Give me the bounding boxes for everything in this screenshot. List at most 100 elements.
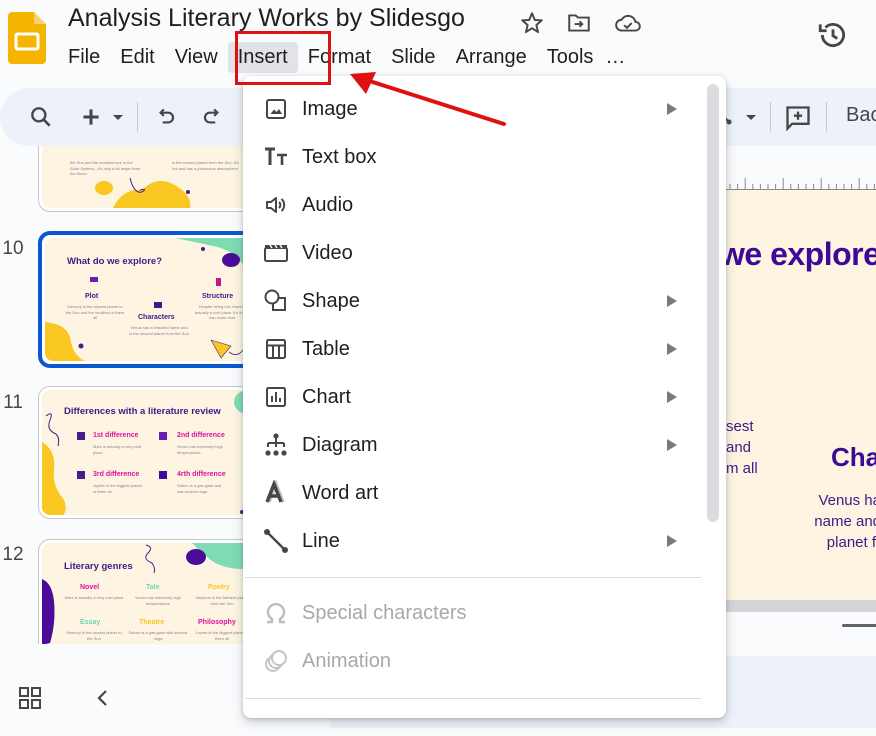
thumb-heading: Novel: [80, 584, 100, 591]
menu-item-video[interactable]: Video: [243, 229, 703, 277]
menu-item-label: Audio: [302, 193, 354, 216]
slide-thumbnail-12[interactable]: Literary genres Novel Mars is actually a…: [38, 539, 244, 656]
menu-item-chart[interactable]: Chart: [243, 373, 703, 421]
thumb-text: Despite being red, Mars is actually a co…: [195, 304, 244, 320]
slide-canvas[interactable]: we explore sest and m all Char Venus ha …: [726, 190, 876, 600]
video-icon: [263, 240, 289, 266]
cloud-saved-icon[interactable]: [614, 10, 641, 36]
thumb-text: Mercury is the closest planet to the Sun: [66, 630, 122, 641]
thumb-heading: Poetry: [208, 584, 230, 591]
menu-item-text-box[interactable]: Text box: [243, 133, 703, 181]
chart-icon: [263, 384, 289, 410]
menu-file[interactable]: File: [58, 42, 110, 73]
submenu-arrow-icon: [667, 439, 677, 451]
add-dropdown-icon[interactable]: [110, 104, 126, 130]
thumb-text: Mars is actually a very cold place: [64, 595, 124, 600]
move-to-folder-icon[interactable]: [566, 10, 592, 36]
version-history-icon[interactable]: [816, 18, 850, 52]
thumb-heading: 2nd difference: [177, 432, 225, 439]
menu-item-word-art[interactable]: Word art: [243, 469, 703, 517]
text-line: name and: [814, 513, 876, 530]
add-icon[interactable]: [78, 104, 104, 130]
annotation-arrow-icon: [350, 72, 506, 126]
table-icon: [263, 336, 289, 362]
thumb-text: Venus has a beautiful name and is the se…: [129, 325, 189, 336]
thumb-title: Literary genres: [64, 561, 133, 572]
menu-tools[interactable]: Tools: [537, 42, 604, 73]
menu-item-diagram[interactable]: Diagram: [243, 421, 703, 469]
redo-icon[interactable]: [199, 104, 225, 130]
menu-item-table[interactable]: Table: [243, 325, 703, 373]
document-title[interactable]: Analysis Literary Works by Slidesgo: [68, 4, 465, 33]
slide-number: 12: [2, 544, 24, 565]
slide-body-text-left[interactable]: sest and m all: [726, 416, 758, 479]
filmstrip: the Sun and the smallest one in the Sola…: [0, 146, 244, 656]
text-line: planet fr: [826, 534, 876, 551]
filmstrip-fade: [38, 644, 244, 656]
thumb-text: Venus has extremely high temperatures: [135, 595, 181, 606]
speaker-notes-area: [726, 612, 876, 656]
thumb-heading: Characters: [138, 314, 175, 321]
submenu-arrow-icon: [667, 343, 677, 355]
image-icon: [263, 96, 289, 122]
star-icon[interactable]: [519, 10, 545, 36]
menu-item-label: Table: [302, 337, 350, 360]
filmstrip-footer: [0, 660, 244, 736]
menu-item-label: Animation: [302, 649, 391, 672]
menu-view[interactable]: View: [165, 42, 228, 73]
menu-scrollbar[interactable]: [707, 84, 719, 522]
thumb-heading: Plot: [85, 293, 99, 300]
slide-thumbnail-11[interactable]: Differences with a literature review 1st…: [38, 386, 244, 519]
insert-menu: Image Text box Audio Video Shape Table C…: [243, 76, 726, 718]
menu-item-label: Chart: [302, 385, 351, 408]
add-comment-icon[interactable]: [784, 104, 810, 132]
search-icon[interactable]: [28, 104, 54, 130]
google-slides-logo[interactable]: [8, 12, 46, 64]
menu-more[interactable]: …: [603, 42, 635, 73]
thumb-heading: Theatre: [139, 619, 165, 626]
menu-item-special-characters[interactable]: Special characters: [243, 589, 703, 637]
menu-item-label: Video: [302, 241, 353, 264]
text-line: m all: [726, 460, 758, 477]
thumb-heading: Philosophy: [198, 619, 236, 626]
slide-number: 11: [3, 392, 23, 413]
thumb-title: Differences with a literature review: [64, 406, 221, 417]
horizontal-scrollbar[interactable]: [726, 600, 876, 612]
thumb-text: Mercury is the closest planet to the Sun…: [65, 304, 125, 320]
notes-resize-handle[interactable]: [842, 624, 876, 627]
background-button[interactable]: Bac: [846, 104, 876, 127]
annotation-highlight-box: [235, 31, 331, 85]
text-box-icon: [263, 144, 289, 170]
menu-item-label: Text box: [302, 145, 377, 168]
thumb-heading: Structure: [202, 293, 234, 300]
line-dropdown-icon[interactable]: [744, 104, 760, 130]
omega-icon: [263, 600, 289, 626]
menu-edit[interactable]: Edit: [110, 42, 164, 73]
horizontal-ruler[interactable]: [726, 174, 876, 190]
slide-body-text-right[interactable]: Venus ha name and planet fr: [801, 490, 876, 553]
text-line: sest: [726, 418, 754, 435]
toolbar-divider: [826, 102, 827, 132]
menu-item-shape[interactable]: Shape: [243, 277, 703, 325]
thumb-title: What do we explore?: [67, 256, 163, 267]
slide-number: 10: [2, 238, 24, 259]
toolbar-divider: [770, 102, 771, 132]
thumb-text: Saturn is a gas giant and has several ri…: [177, 483, 222, 494]
thumb-text: Venus has extremely high temperatures: [177, 444, 223, 455]
slide-title-text[interactable]: we explore: [726, 236, 876, 273]
thumb-text: Jupiter is the biggest planet of them al…: [93, 483, 142, 494]
grid-view-icon[interactable]: [18, 686, 42, 710]
undo-icon[interactable]: [153, 104, 179, 130]
menu-item-audio[interactable]: Audio: [243, 181, 703, 229]
menu-item-line[interactable]: Line: [243, 517, 703, 565]
menu-item-label: Diagram: [302, 433, 378, 456]
collapse-filmstrip-icon[interactable]: [93, 686, 113, 710]
slide-thumbnail-10[interactable]: What do we explore? Plot Mercury is the …: [38, 231, 244, 368]
slide-heading-characters[interactable]: Char: [831, 442, 876, 473]
menu-item-label: Line: [302, 529, 340, 552]
audio-icon: [263, 192, 289, 218]
slide-thumbnail-9[interactable]: the Sun and the smallest one in the Sola…: [38, 146, 244, 212]
menu-item-animation[interactable]: Animation: [243, 637, 703, 685]
thumb-heading: Essay: [80, 619, 101, 626]
thumb-text: Saturn is a gas giant with several rings: [128, 630, 188, 641]
